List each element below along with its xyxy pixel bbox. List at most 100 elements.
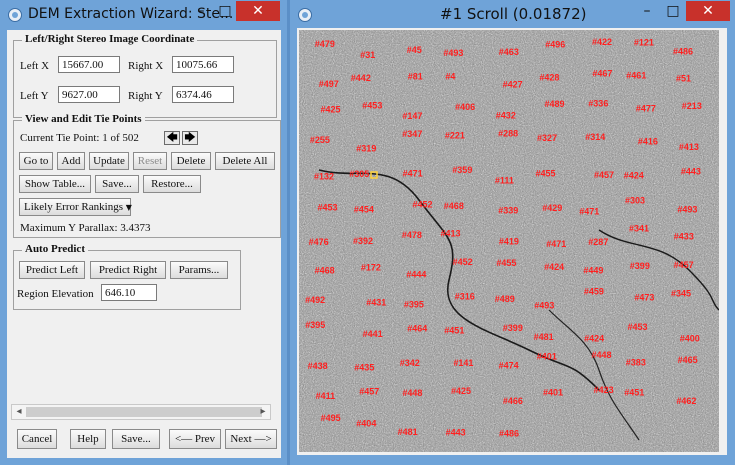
- tie-point-label[interactable]: #305: [349, 169, 369, 179]
- tie-point-label[interactable]: #419: [499, 237, 519, 247]
- tie-point-label[interactable]: #448: [592, 350, 612, 360]
- tie-point-label[interactable]: #451: [624, 387, 644, 397]
- add-button[interactable]: Add: [57, 152, 85, 170]
- tie-point-label[interactable]: #336: [588, 99, 608, 109]
- tie-point-label[interactable]: #314: [585, 132, 605, 142]
- tie-point-label[interactable]: #453: [318, 203, 338, 213]
- tie-point-label[interactable]: #45: [407, 45, 422, 55]
- left-x-field[interactable]: 15667.00: [58, 56, 120, 73]
- next-tie-point-arrow-icon[interactable]: 🡆: [182, 131, 198, 145]
- tie-point-label[interactable]: #406: [455, 102, 475, 112]
- tie-point-label[interactable]: #438: [308, 361, 328, 371]
- tie-point-label[interactable]: #147: [402, 111, 422, 121]
- tie-point-label[interactable]: #413: [441, 228, 461, 238]
- close-button[interactable]: ✕: [236, 1, 280, 21]
- tie-point-label[interactable]: #471: [546, 239, 566, 249]
- tie-point-label[interactable]: #424: [544, 262, 564, 272]
- tie-point-label[interactable]: #429: [542, 203, 562, 213]
- tie-point-label[interactable]: #489: [495, 294, 515, 304]
- scroll-maximize-button[interactable]: □: [660, 1, 686, 21]
- tie-point-label[interactable]: #427: [503, 80, 523, 90]
- help-button[interactable]: Help: [70, 429, 106, 449]
- tie-point-label[interactable]: #399: [630, 261, 650, 271]
- tie-point-label[interactable]: #141: [453, 358, 473, 368]
- tie-point-label[interactable]: #443: [446, 428, 466, 438]
- stereo-image-view[interactable]: #479 #31 #45 #493 #463 #496 #422 #121 #486 #497 #4…: [299, 30, 719, 452]
- tie-point-label[interactable]: #400: [680, 333, 700, 343]
- scroll-title-bar[interactable]: #1 Scroll (0.01872) – □ ✕: [290, 0, 735, 30]
- tie-point-label[interactable]: #451: [444, 325, 464, 335]
- tie-point-label[interactable]: #31: [360, 50, 375, 60]
- tie-point-label[interactable]: #425: [321, 105, 341, 115]
- tie-point-label[interactable]: #345: [671, 288, 691, 298]
- tie-point-label[interactable]: #453: [362, 101, 382, 111]
- tie-point-label[interactable]: #495: [321, 413, 341, 423]
- tie-point-label[interactable]: #399: [503, 323, 523, 333]
- tie-point-label[interactable]: #255: [310, 135, 330, 145]
- tie-point-label[interactable]: #489: [545, 99, 565, 109]
- tie-point-label[interactable]: #493: [677, 205, 697, 215]
- tie-point-label[interactable]: #424: [624, 170, 644, 180]
- tie-point-label[interactable]: #473: [634, 293, 654, 303]
- tie-point-label[interactable]: #435: [354, 363, 374, 373]
- prev-button[interactable]: <— Prev: [169, 429, 221, 449]
- tie-point-label[interactable]: #342: [400, 358, 420, 368]
- error-rankings-dropdown[interactable]: Likely Error Rankings ▼: [19, 198, 132, 216]
- predict-right-button[interactable]: Predict Right: [90, 261, 166, 279]
- tie-point-label[interactable]: #121: [634, 38, 654, 48]
- delete-button[interactable]: Delete: [171, 152, 211, 170]
- save-tie-points-button[interactable]: Save...: [95, 175, 139, 193]
- tie-point-label[interactable]: #303: [625, 196, 645, 206]
- tie-point-label[interactable]: #477: [636, 104, 656, 114]
- tie-point-label[interactable]: #486: [499, 428, 519, 438]
- tie-point-label[interactable]: #316: [455, 291, 475, 301]
- goto-button[interactable]: Go to: [19, 152, 53, 170]
- tie-point-label[interactable]: #452: [413, 200, 433, 210]
- tie-point-label[interactable]: #457: [674, 260, 694, 270]
- tie-point-label[interactable]: #468: [444, 201, 464, 211]
- tie-point-label[interactable]: #493: [534, 301, 554, 311]
- tie-point-label[interactable]: #81: [408, 71, 423, 81]
- tie-point-label[interactable]: #111: [495, 175, 514, 185]
- tie-point-label[interactable]: #347: [402, 129, 422, 139]
- tie-point-label[interactable]: #288: [498, 129, 518, 139]
- save-button[interactable]: Save...: [112, 429, 160, 449]
- tie-point-label[interactable]: #416: [638, 136, 658, 146]
- tie-point-label[interactable]: #411: [316, 391, 336, 401]
- tie-point-label[interactable]: #428: [539, 72, 559, 82]
- minimize-button[interactable]: –: [188, 1, 214, 21]
- tie-point-label[interactable]: #287: [588, 237, 608, 247]
- scroll-minimize-button[interactable]: –: [634, 1, 660, 21]
- tie-point-label[interactable]: #452: [453, 257, 473, 267]
- tie-point-label[interactable]: #432: [496, 111, 516, 121]
- cancel-button[interactable]: Cancel: [17, 429, 57, 449]
- right-y-field[interactable]: 6374.46: [172, 86, 234, 103]
- region-elevation-field[interactable]: 646.10: [101, 284, 157, 301]
- tie-point-label[interactable]: #461: [626, 71, 646, 81]
- tie-point-label[interactable]: #341: [629, 223, 649, 233]
- tie-point-label[interactable]: #457: [359, 387, 379, 397]
- tie-point-label[interactable]: #442: [351, 73, 371, 83]
- tie-point-label[interactable]: #455: [536, 169, 556, 179]
- tie-point-label[interactable]: #433: [674, 232, 694, 242]
- tie-point-label[interactable]: #474: [499, 360, 519, 370]
- next-button[interactable]: Next —>: [225, 429, 277, 449]
- tie-point-label[interactable]: #468: [315, 266, 335, 276]
- tie-point-label[interactable]: #172: [361, 263, 381, 273]
- tie-point-label[interactable]: #459: [584, 286, 604, 296]
- tie-point-label[interactable]: #4: [445, 71, 455, 81]
- tie-point-label[interactable]: #448: [402, 388, 422, 398]
- params-button[interactable]: Params...: [170, 261, 228, 279]
- tie-point-label[interactable]: #444: [406, 270, 426, 280]
- tie-point-label[interactable]: #413: [679, 142, 699, 152]
- tie-point-label[interactable]: #327: [537, 133, 557, 143]
- tie-point-label[interactable]: #478: [402, 230, 422, 240]
- tie-point-label[interactable]: #359: [452, 165, 472, 175]
- tie-point-label[interactable]: #496: [545, 39, 565, 49]
- tie-point-label[interactable]: #479: [315, 39, 335, 49]
- tie-point-label[interactable]: #481: [398, 427, 418, 437]
- tie-point-label[interactable]: #431: [366, 298, 386, 308]
- tie-point-label[interactable]: #51: [676, 74, 691, 84]
- tie-point-label[interactable]: #455: [496, 258, 516, 268]
- tie-point-label[interactable]: #221: [445, 131, 465, 141]
